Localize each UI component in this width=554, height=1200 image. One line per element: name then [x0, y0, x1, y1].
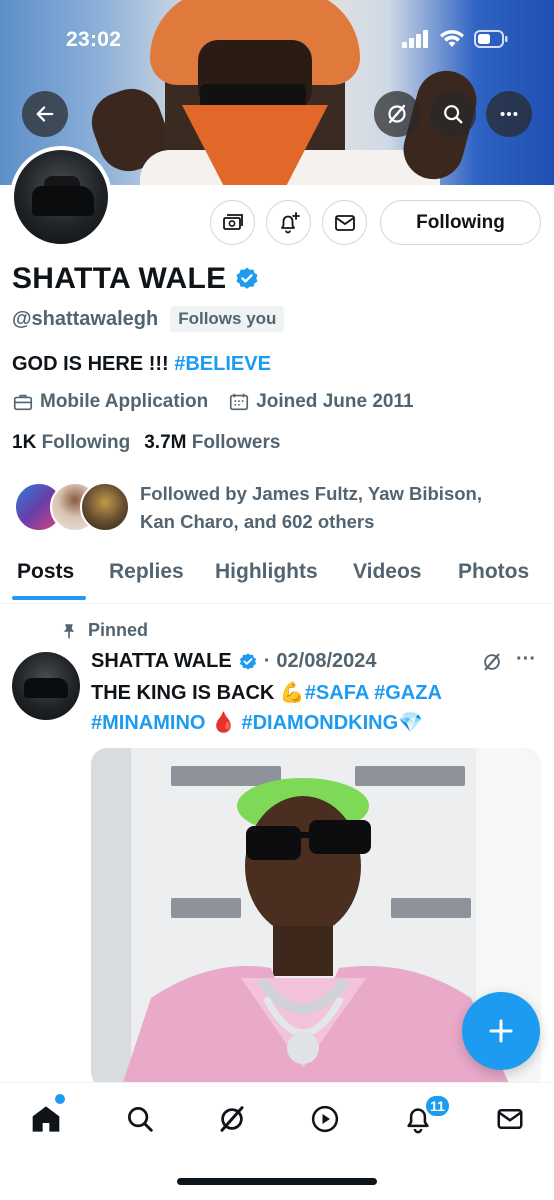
follows-you-badge: Follows you	[170, 306, 285, 332]
calendar-icon	[230, 393, 249, 411]
grok-icon	[388, 104, 406, 124]
tab-highlights[interactable]: Highlights	[215, 560, 318, 584]
compose-post-button[interactable]	[462, 992, 540, 1070]
follow-counts: 1K Following 3.7M Followers	[12, 432, 280, 454]
post-hashtag[interactable]: #GAZA	[374, 682, 442, 704]
tab-photos[interactable]: Photos	[458, 560, 529, 584]
grok-icon	[220, 1106, 244, 1132]
post-author-avatar[interactable]	[12, 652, 80, 720]
home-icon	[32, 1106, 60, 1132]
post-author-name[interactable]: SHATTA WALE	[91, 650, 232, 673]
followers-count: 3.7M	[144, 432, 187, 453]
handle-row: @shattawalegh Follows you	[12, 306, 285, 332]
subscriptions-button[interactable]	[210, 200, 255, 245]
display-name: SHATTA WALE	[12, 262, 227, 295]
profile-handle: @shattawalegh	[12, 307, 159, 330]
followers-count-link[interactable]: 3.7M Followers	[144, 432, 280, 454]
search-button[interactable]	[430, 91, 476, 137]
back-button[interactable]	[22, 91, 68, 137]
battery-icon	[474, 30, 508, 48]
tab-replies[interactable]: Replies	[109, 560, 184, 584]
money-icon	[222, 213, 243, 230]
followers-label: Followers	[191, 432, 281, 453]
post-text-plain: THE KING IS BACK 💪	[91, 682, 305, 704]
nav-video[interactable]	[305, 1099, 345, 1139]
joined-item: Joined June 2011	[228, 391, 414, 413]
status-time: 23:02	[66, 28, 122, 51]
tab-videos[interactable]: Videos	[353, 560, 421, 584]
briefcase-icon	[13, 394, 33, 411]
tab-posts[interactable]: Posts	[17, 560, 74, 584]
display-name-row: SHATTA WALE	[12, 262, 260, 296]
home-indicator-bar	[177, 1178, 377, 1185]
post-date[interactable]: 02/08/2024	[276, 650, 376, 673]
joined-date: Joined June 2011	[256, 391, 414, 412]
following-label: Following	[41, 432, 131, 453]
grok-post-icon[interactable]	[481, 651, 503, 673]
notification-badge: 11	[424, 1094, 451, 1118]
post-header: SHATTA WALE · 02/08/2024	[91, 650, 377, 673]
notify-button[interactable]	[266, 200, 311, 245]
avatar-car-body	[24, 678, 68, 698]
plus-icon	[489, 1019, 513, 1043]
followed-by-row[interactable]: Followed by James Fultz, Yaw Bibison, Ka…	[14, 480, 520, 536]
mutual-avatar	[80, 482, 130, 532]
post-text: THE KING IS BACK 💪#SAFA #GAZA #MINAMINO …	[91, 678, 531, 738]
bio-hashtag[interactable]: #BELIEVE	[174, 353, 271, 375]
search-icon	[444, 105, 463, 124]
pinned-label-row: Pinned	[60, 620, 148, 641]
more-options-button[interactable]	[486, 91, 532, 137]
gem-emoji: 💎	[398, 712, 424, 734]
verified-badge-icon	[239, 652, 256, 670]
post-date-separator: ·	[263, 650, 271, 672]
post-more-button[interactable]: ···	[516, 648, 536, 671]
cellular-signal-icon	[402, 30, 428, 48]
nav-home[interactable]	[26, 1099, 66, 1139]
profile-meta: Mobile Application Joined June 2011	[12, 391, 414, 413]
nav-search[interactable]	[120, 1099, 160, 1139]
more-horizontal-icon	[500, 111, 518, 117]
search-icon	[128, 1107, 153, 1132]
profile-bio: GOD IS HERE !!! #BELIEVE	[12, 353, 271, 376]
arrow-left-icon	[36, 106, 54, 122]
bio-text: GOD IS HERE !!!	[12, 353, 169, 375]
message-button[interactable]	[322, 200, 367, 245]
profile-category: Mobile Application	[40, 391, 209, 412]
avatar-car-body	[32, 186, 94, 216]
status-icons	[402, 30, 508, 48]
following-button[interactable]: Following	[380, 200, 541, 245]
profile-avatar[interactable]	[10, 146, 112, 248]
post-hashtag[interactable]: #MINAMINO	[91, 712, 205, 734]
nav-messages[interactable]	[490, 1099, 530, 1139]
following-count: 1K	[12, 432, 37, 453]
banner-sunglasses	[200, 84, 306, 108]
wifi-icon	[440, 30, 464, 47]
envelope-icon	[334, 214, 355, 231]
active-tab-indicator	[12, 596, 86, 600]
home-new-content-dot	[55, 1094, 65, 1104]
verified-badge-icon[interactable]	[234, 266, 260, 292]
pin-icon	[63, 623, 75, 639]
mutual-avatars	[14, 480, 130, 532]
followed-by-text: Followed by James Fultz, Yaw Bibison, Ka…	[140, 483, 482, 532]
pinned-label: Pinned	[88, 620, 149, 640]
nav-grok[interactable]	[212, 1099, 252, 1139]
post-hashtag[interactable]: #DIAMONDKING	[241, 712, 398, 734]
grok-button[interactable]	[374, 91, 420, 137]
envelope-icon	[497, 1109, 523, 1129]
category-item: Mobile Application	[12, 391, 208, 413]
play-circle-icon	[311, 1105, 339, 1133]
bell-plus-icon	[280, 211, 300, 233]
following-count-link[interactable]: 1K Following	[12, 432, 130, 454]
drop-emoji: 🩸	[211, 712, 236, 734]
post-hashtag[interactable]: #SAFA	[305, 682, 369, 704]
